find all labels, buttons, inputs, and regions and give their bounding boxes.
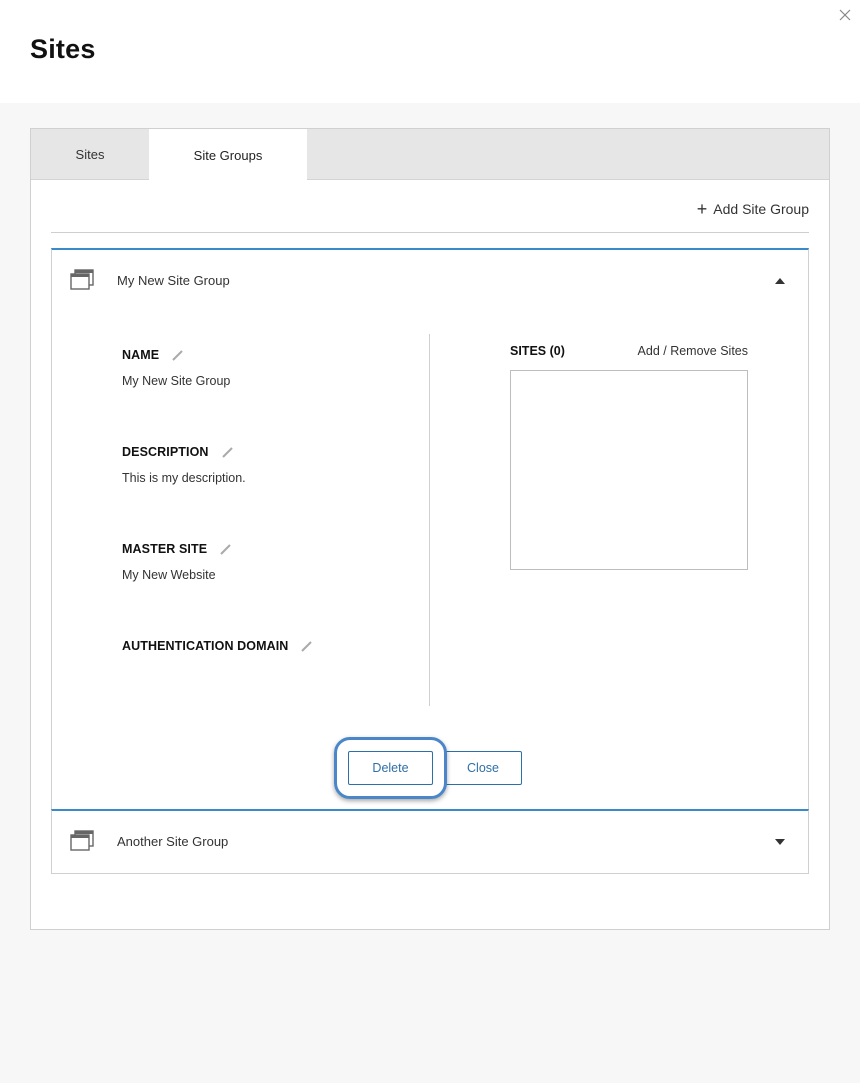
field-label: AUTHENTICATION DOMAIN [122, 639, 289, 653]
tab-bar: Sites Site Groups [31, 129, 829, 181]
pencil-icon[interactable] [221, 446, 234, 459]
window-stack-icon [70, 269, 94, 290]
field-description: DESCRIPTION This is my description. [122, 445, 246, 485]
site-group-title[interactable]: Another Site Group [117, 834, 228, 849]
sites-panel: Sites Site Groups + Add Site Group My Ne… [30, 128, 830, 930]
field-value: This is my description. [122, 471, 246, 485]
field-value: My New Site Group [122, 374, 231, 388]
field-label: NAME [122, 348, 160, 362]
site-group-title[interactable]: My New Site Group [117, 273, 230, 288]
delete-button[interactable]: Delete [348, 751, 433, 785]
column-divider [429, 334, 430, 706]
window-stack-icon [70, 830, 94, 851]
site-group-card: Another Site Group [51, 809, 809, 874]
sites-header: SITES (0) Add / Remove Sites [510, 344, 748, 358]
plus-icon: + [696, 199, 708, 219]
chevron-down-icon[interactable] [774, 838, 786, 846]
site-group-card: My New Site Group NAME My New Site Group… [51, 248, 809, 809]
field-label: MASTER SITE [122, 542, 208, 556]
sites-list-box[interactable] [510, 370, 748, 570]
close-button[interactable]: Close [444, 751, 522, 785]
divider [51, 232, 809, 233]
pencil-icon[interactable] [171, 349, 184, 362]
chevron-up-icon[interactable] [774, 277, 786, 285]
field-authentication-domain: AUTHENTICATION DOMAIN [122, 639, 313, 665]
dialog-header: Sites [0, 0, 860, 103]
field-label: DESCRIPTION [122, 445, 209, 459]
tab-site-groups[interactable]: Site Groups [149, 129, 307, 181]
field-value: My New Website [122, 568, 216, 582]
sites-count-title: SITES (0) [510, 344, 565, 358]
page-title: Sites [30, 34, 96, 64]
pencil-icon[interactable] [300, 640, 313, 653]
close-icon[interactable] [836, 6, 854, 24]
add-site-group-button[interactable]: + Add Site Group [697, 200, 809, 218]
field-master-site: MASTER SITE My New Website [122, 542, 232, 582]
add-remove-sites-link[interactable]: Add / Remove Sites [638, 344, 748, 358]
tab-sites[interactable]: Sites [31, 129, 149, 180]
pencil-icon[interactable] [219, 543, 232, 556]
add-site-group-label: Add Site Group [713, 201, 809, 217]
field-name: NAME My New Site Group [122, 348, 230, 388]
